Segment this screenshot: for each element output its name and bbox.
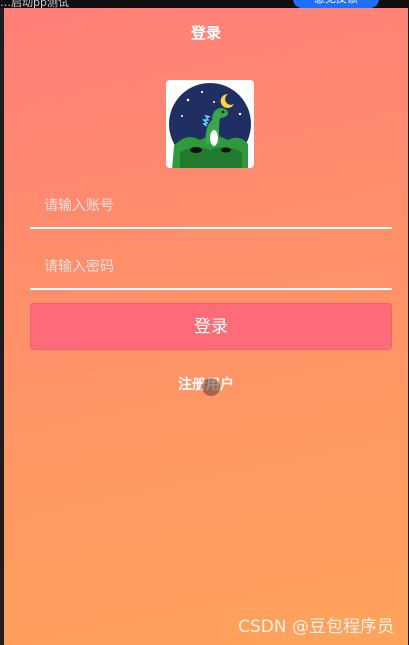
window-breadcrumb: …启动pp测试 xyxy=(0,0,69,8)
account-field[interactable] xyxy=(30,183,392,229)
app-logo xyxy=(166,80,254,168)
password-field[interactable] xyxy=(30,244,392,290)
login-button[interactable]: 登录 xyxy=(30,303,392,350)
app-screen: 登录 登录 注册用户 CSDN @豆包程序员 xyxy=(4,8,408,645)
browser-top-bar: …启动pp测试 意见反馈 xyxy=(0,0,409,8)
password-input[interactable] xyxy=(42,252,376,282)
dinosaur-moon-night-icon xyxy=(169,83,251,168)
touch-cursor-indicator xyxy=(202,378,220,396)
feedback-button[interactable]: 意见反馈 xyxy=(293,0,379,8)
watermark: CSDN @豆包程序员 xyxy=(238,617,394,637)
account-input[interactable] xyxy=(42,191,376,221)
page-title: 登录 xyxy=(190,24,221,42)
